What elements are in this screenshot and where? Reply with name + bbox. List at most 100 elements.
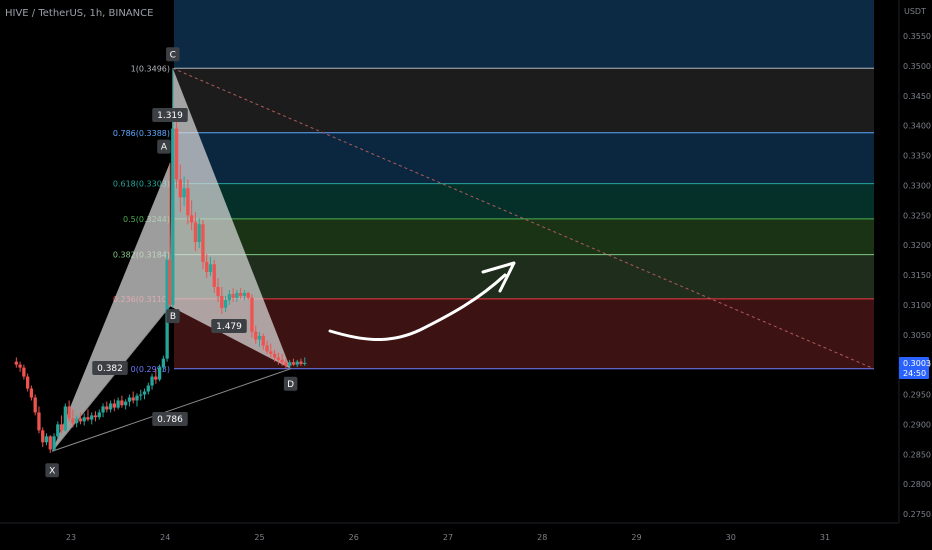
price-tick: 0.3550 (903, 32, 931, 41)
point-x-label-text: X (49, 466, 55, 476)
candle-body (250, 297, 254, 332)
price-tick: 0.3000 (903, 361, 931, 370)
time-tick: 25 (254, 533, 264, 542)
price-tick: 0.3350 (903, 152, 931, 161)
candle-body (295, 361, 299, 365)
candle-body (112, 403, 117, 408)
time-tick: 23 (66, 533, 76, 542)
candle-body (120, 400, 124, 406)
candle-body (67, 406, 71, 419)
candle-body (59, 424, 64, 431)
candle-body (157, 367, 162, 380)
candle-body (37, 412, 41, 431)
candle-body (41, 430, 45, 443)
candle-body (223, 300, 228, 308)
candle-body (265, 345, 269, 352)
point-a-label-text: A (161, 143, 168, 153)
candle-body (161, 358, 166, 368)
ratio-badge-xad-text: 0.786 (157, 415, 183, 425)
chart-area[interactable]: 1(0.3496)0.786(0.3388)0.618(0.3303)0.5(0… (0, 0, 932, 550)
price-tick: 0.2900 (903, 420, 931, 429)
candle-body (127, 397, 132, 402)
candle-body (239, 292, 243, 296)
point-c-label-text: C (170, 50, 176, 60)
point-b-label-text: B (170, 312, 176, 322)
price-tick: 0.3500 (903, 62, 931, 71)
candle-body (93, 415, 98, 418)
candle-body (139, 394, 143, 396)
candle-body (78, 418, 83, 422)
candle-body (142, 391, 147, 395)
fib-band (174, 132, 874, 184)
time-tick: 28 (537, 533, 547, 542)
candle-body (201, 224, 205, 262)
candle-body (29, 388, 34, 398)
price-tick: 0.3450 (903, 92, 931, 101)
time-tick: 29 (631, 533, 641, 542)
candle-body (303, 362, 307, 365)
candle-body (97, 412, 101, 418)
time-tick: 26 (349, 533, 359, 542)
candle-body (242, 292, 247, 296)
fib-band (174, 254, 874, 299)
candle-body (231, 294, 235, 298)
candle-body (186, 188, 190, 216)
candle-body (269, 351, 273, 354)
candle-body (168, 260, 172, 305)
price-tick: 0.3150 (903, 271, 931, 280)
candle-body (56, 424, 60, 437)
candle-body (108, 403, 113, 410)
fib-band-top (174, 0, 874, 69)
candle-body (182, 188, 186, 198)
candle-body (174, 128, 179, 180)
candle-body (105, 406, 109, 410)
candle-body (276, 357, 280, 360)
price-tick: 0.2950 (903, 391, 931, 400)
candle-body (63, 406, 67, 431)
price-tick: 0.3200 (903, 241, 931, 250)
candle-body (178, 179, 182, 198)
price-tick: 0.3300 (903, 181, 931, 190)
ratio-badge-xab-text: 0.382 (97, 364, 123, 374)
price-tick: 0.2800 (903, 480, 931, 489)
time-tick: 24 (160, 533, 170, 542)
candle-body (257, 335, 262, 340)
candle-body (254, 331, 258, 340)
candle-body (280, 359, 284, 363)
candle-body (154, 376, 158, 380)
candle-body (44, 436, 49, 443)
candle-body (205, 261, 209, 273)
price-tick: 0.3050 (903, 331, 931, 340)
candle-body (189, 215, 194, 223)
candle-body (220, 295, 224, 308)
candle-body (131, 397, 135, 401)
price-tick: 0.2750 (903, 510, 931, 519)
candle-body (14, 361, 18, 365)
candle-body (22, 367, 26, 377)
price-tick: 0.3100 (903, 301, 931, 310)
candle-body (291, 362, 296, 365)
candle-body (272, 353, 277, 358)
candle-body (146, 385, 150, 392)
candle-body (150, 376, 154, 386)
candle-body (48, 436, 52, 450)
candle-body (284, 362, 288, 366)
candle-body (288, 362, 292, 366)
ratio-badge-bcd-text: 1.479 (216, 322, 242, 332)
candle-body (90, 415, 94, 420)
candle-body (52, 436, 56, 450)
point-d-label-text: D (287, 380, 294, 390)
candle-body (86, 417, 90, 420)
price-tick: 0.3400 (903, 122, 931, 131)
fib-bands (174, 0, 874, 369)
candle-body (212, 264, 216, 287)
candle-body (18, 364, 22, 368)
time-tick: 30 (726, 533, 736, 542)
candle-body (71, 418, 75, 424)
candle-body (216, 286, 220, 296)
fib-band (174, 183, 874, 219)
time-tick: 31 (820, 533, 830, 542)
candle-body (171, 128, 175, 305)
fib-level-label: 0.786(0.3388) (113, 129, 170, 138)
fib-band (174, 218, 874, 255)
